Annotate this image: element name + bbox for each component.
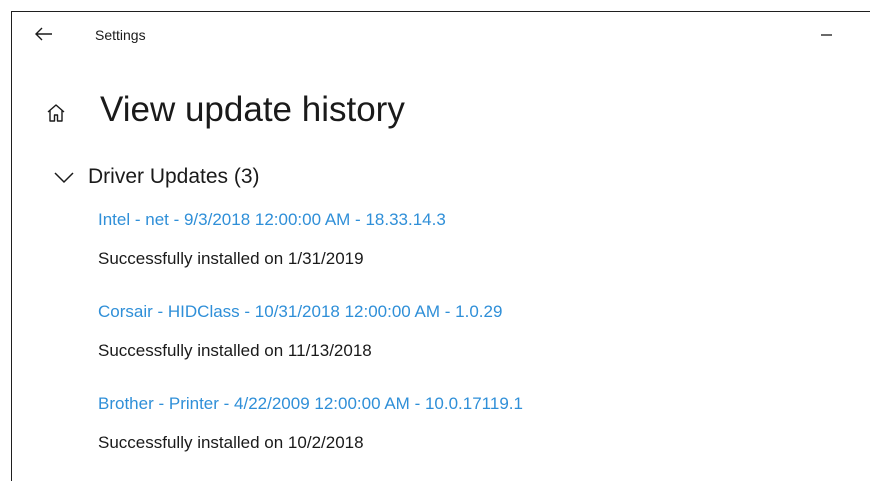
update-link[interactable]: Corsair - HIDClass - 10/31/2018 12:00:00… [98,300,523,324]
home-button[interactable] [45,102,67,124]
list-item: Intel - net - 9/3/2018 12:00:00 AM - 18.… [98,208,523,300]
home-icon [47,104,65,122]
back-arrow-icon [35,27,52,41]
update-link[interactable]: Intel - net - 9/3/2018 12:00:00 AM - 18.… [98,208,523,232]
update-status: Successfully installed on 1/31/2019 [98,249,364,268]
update-status: Successfully installed on 10/2/2018 [98,433,364,452]
chevron-down-icon [54,172,74,184]
title-bar: Settings [12,12,870,58]
driver-updates-section-toggle[interactable]: Driver Updates (3) [53,163,260,191]
update-status: Successfully installed on 11/13/2018 [98,341,372,360]
settings-window: Settings View update history Driver Upda… [11,11,870,481]
back-button[interactable] [32,24,56,44]
section-title: Driver Updates (3) [88,165,260,188]
page-title: View update history [100,90,405,129]
list-item: Brother - Printer - 4/22/2009 12:00:00 A… [98,392,523,481]
update-link[interactable]: Brother - Printer - 4/22/2009 12:00:00 A… [98,392,523,416]
window-title: Settings [95,27,146,43]
list-item: Corsair - HIDClass - 10/31/2018 12:00:00… [98,300,523,392]
minimize-button[interactable] [808,22,844,48]
minimize-icon [821,34,832,36]
driver-updates-list: Intel - net - 9/3/2018 12:00:00 AM - 18.… [98,208,523,481]
